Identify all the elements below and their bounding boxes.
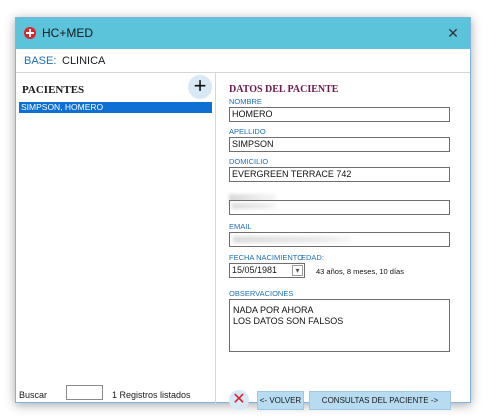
birthdate-picker[interactable]: 15/05/1981 ▾ [229,263,305,278]
add-patient-button[interactable]: + [188,75,212,99]
base-bar: BASE: CLINICA [16,49,470,73]
patient-details-panel: DATOS DEL PACIENTE NOMBRE HOMERO APELLID… [216,73,472,410]
base-label: BASE: [24,55,57,67]
birthdate-value: 15/05/1981 [232,265,278,275]
details-title: DATOS DEL PACIENTE [229,84,339,95]
consultas-button[interactable]: CONSULTAS DEL PACIENTE -> [309,391,451,410]
redacted-field[interactable] [229,200,450,215]
title-bar[interactable]: HC+MED ✕ [16,18,470,49]
nombre-label: NOMBRE [229,97,262,106]
cancel-button[interactable]: ✕ [229,390,249,410]
app-window: HC+MED ✕ BASE: CLINICA PACIENTES + SIMPS… [15,17,472,410]
apellido-label: APELLIDO [229,127,266,136]
observaciones-label: OBSERVACIONES [229,289,294,298]
redacted-value [232,203,276,209]
patient-list[interactable]: SIMPSON, HOMERO [19,102,212,113]
email-field[interactable] [229,232,450,247]
search-input[interactable] [66,385,103,400]
base-value: CLINICA [62,55,106,67]
email-label: EMAIL [229,222,252,231]
search-label: Buscar [19,390,48,400]
domicilio-label: DOMICILIO [229,157,269,166]
nombre-field[interactable]: HOMERO [229,107,450,122]
observaciones-line-2: LOS DATOS SON FALSOS [233,316,344,326]
edad-label: EDAD: [301,253,324,262]
medical-cross-icon [24,27,36,39]
domicilio-field[interactable]: EVERGREEN TERRACE 742 [229,167,450,182]
redacted-email [233,236,351,243]
records-count: 1 Registros listados [112,390,191,400]
chevron-down-icon[interactable]: ▾ [292,265,303,276]
patients-panel: PACIENTES + SIMPSON, HOMERO Buscar 1 Reg… [16,73,216,404]
volver-button[interactable]: <- VOLVER [257,391,304,410]
window-title: HC+MED [42,26,94,40]
list-item[interactable]: SIMPSON, HOMERO [19,102,212,113]
age-value: 43 años, 8 meses, 10 días [316,267,404,276]
fecha-label: FECHA NACIMIENTO [229,253,304,262]
apellido-field[interactable]: SIMPSON [229,137,450,152]
patients-title: PACIENTES [22,84,85,96]
observaciones-line-1: NADA POR AHORA [233,305,314,315]
observaciones-textarea[interactable]: NADA POR AHORA LOS DATOS SON FALSOS [229,299,450,352]
close-button[interactable]: ✕ [444,24,462,42]
